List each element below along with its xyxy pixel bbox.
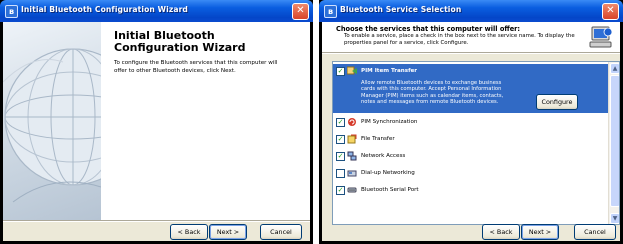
header-divider — [322, 52, 620, 54]
wizard-window-title: Initial Bluetooth Configuration Wizard — [21, 5, 188, 14]
cancel-button[interactable]: Cancel — [574, 224, 616, 240]
vertical-scrollbar[interactable]: ▲ ▼ — [608, 62, 619, 224]
configure-button[interactable]: Configure — [536, 94, 578, 110]
service-header: Choose the services that this computer w… — [322, 22, 620, 52]
close-button[interactable]: ✕ — [602, 3, 619, 20]
page-title: Initial Bluetooth Configuration Wizard — [114, 29, 246, 54]
list-item[interactable]: ✓ PIM Synchronization — [333, 115, 609, 129]
service-description: Allow remote Bluetooth devices to exchan… — [361, 80, 504, 105]
bluetooth-icon: ʙ — [324, 5, 337, 18]
scroll-thumb[interactable] — [610, 75, 619, 207]
divider — [3, 220, 310, 222]
service-label: File Transfer — [361, 136, 395, 142]
network-access-icon — [347, 151, 357, 161]
pim-sync-icon — [348, 118, 356, 126]
service-checkbox[interactable]: ✓ — [336, 152, 345, 161]
list-item[interactable]: Dial-up Networking — [333, 166, 609, 180]
wizard-instructions: To configure the Bluetooth services that… — [114, 60, 278, 74]
wizard-title-bar[interactable]: ʙ Initial Bluetooth Configuration Wizard… — [0, 0, 313, 22]
file-transfer-icon — [347, 134, 357, 144]
service-window-title: Bluetooth Service Selection — [340, 5, 462, 14]
dialup-icon — [347, 170, 357, 177]
wizard-content: Initial Bluetooth Configuration Wizard T… — [101, 22, 310, 220]
header-title: Choose the services that this computer w… — [336, 25, 521, 33]
service-label: Dial-up Networking — [361, 170, 415, 176]
back-button[interactable]: < Back — [170, 224, 208, 240]
wizard-body: Initial Bluetooth Configuration Wizard T… — [3, 22, 310, 241]
bluetooth-icon: ʙ — [5, 5, 18, 18]
list-item[interactable]: ✓ Network Access — [333, 149, 609, 163]
pim-transfer-icon — [347, 66, 357, 75]
cancel-button[interactable]: Cancel — [260, 224, 302, 240]
service-selection-window: ʙ Bluetooth Service Selection ✕ Choose t… — [319, 0, 623, 244]
service-title-bar[interactable]: ʙ Bluetooth Service Selection ✕ — [319, 0, 623, 22]
service-list[interactable]: ✓ PIM Item Transfer Allow remote Bluetoo… — [332, 61, 620, 225]
service-label: PIM Item Transfer — [361, 68, 418, 74]
service-label: Bluetooth Serial Port — [361, 187, 419, 193]
service-label: PIM Synchronization — [361, 119, 418, 125]
computer-icon — [589, 26, 613, 48]
next-button[interactable]: Next > — [521, 224, 559, 240]
wizard-window: ʙ Initial Bluetooth Configuration Wizard… — [0, 0, 313, 244]
service-checkbox[interactable]: ✓ — [336, 118, 345, 127]
service-checkbox[interactable]: ✓ — [336, 186, 345, 195]
service-checkbox[interactable]: ✓ — [336, 135, 345, 144]
service-checkbox[interactable] — [336, 169, 345, 178]
wizard-globe-image — [3, 22, 101, 220]
service-checkbox[interactable]: ✓ — [336, 67, 345, 76]
next-button[interactable]: Next > — [209, 224, 247, 240]
scroll-up-icon[interactable]: ▲ — [610, 63, 619, 74]
list-item[interactable]: ✓ File Transfer — [333, 132, 609, 146]
scroll-down-icon[interactable]: ▼ — [610, 213, 619, 224]
list-item[interactable]: ✓ Bluetooth Serial Port — [333, 183, 609, 197]
serial-port-icon — [347, 187, 357, 193]
service-body: Choose the services that this computer w… — [322, 22, 620, 241]
list-item[interactable]: ✓ PIM Item Transfer Allow remote Bluetoo… — [333, 64, 609, 113]
service-label: Network Access — [361, 153, 406, 159]
header-subtitle: To enable a service, place a check in th… — [344, 33, 575, 46]
close-button[interactable]: ✕ — [292, 3, 309, 20]
back-button[interactable]: < Back — [482, 224, 520, 240]
